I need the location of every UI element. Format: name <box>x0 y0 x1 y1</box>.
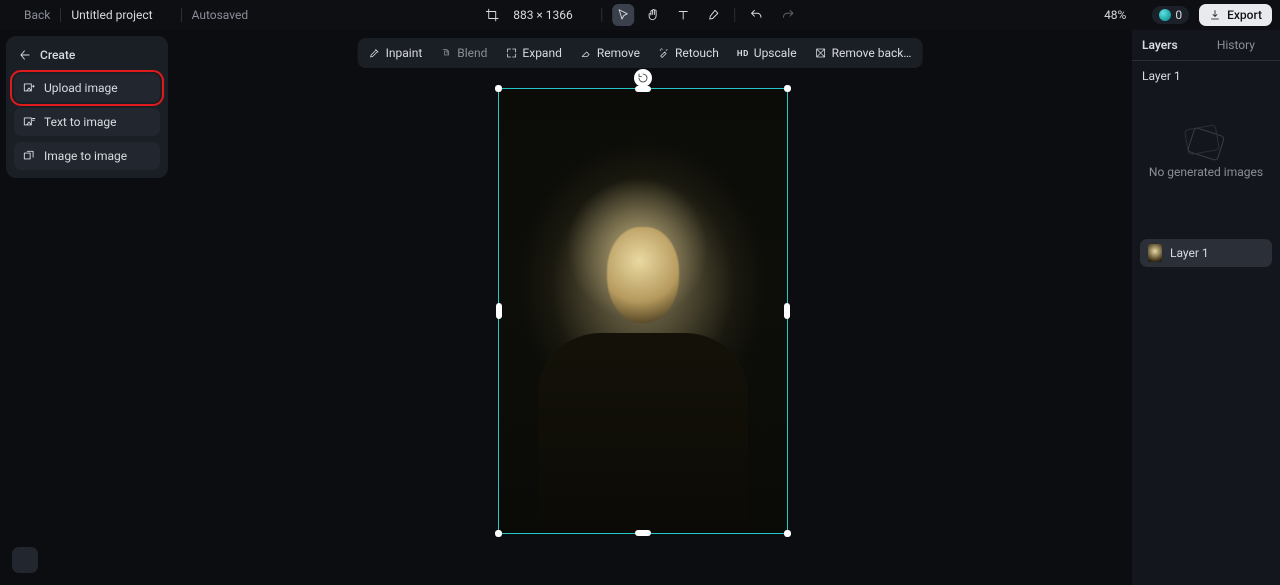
canvas[interactable] <box>160 62 1130 585</box>
image-to-image-icon <box>22 149 36 163</box>
create-panel-label: Create <box>40 48 75 62</box>
undo-icon <box>749 8 763 22</box>
layers-panel: Layers History Layer 1 No generated imag… <box>1131 30 1280 585</box>
text-to-image-icon <box>22 115 36 129</box>
empty-generated-state: No generated images <box>1132 91 1280 199</box>
retouch-icon <box>658 47 670 59</box>
blend-label: Blend <box>457 46 487 60</box>
help-icon <box>18 553 32 567</box>
chevron-down-icon <box>159 9 171 21</box>
back-button[interactable]: Back <box>8 8 50 22</box>
remove-bg-icon <box>815 47 827 59</box>
blend-icon <box>440 47 452 59</box>
top-center-group: 883 × 1366 <box>481 4 799 26</box>
expand-icon <box>505 47 517 59</box>
redo-button[interactable] <box>777 4 799 26</box>
create-panel-title: Create <box>14 44 160 68</box>
upload-image-button[interactable]: Upload image <box>14 74 160 102</box>
layer-row[interactable]: Layer 1 <box>1140 239 1272 267</box>
retouch-label: Retouch <box>675 46 719 60</box>
resize-handle-r[interactable] <box>784 303 790 319</box>
selected-layer-name: Layer 1 <box>1132 61 1280 91</box>
hd-icon: HD <box>737 49 749 58</box>
empty-state-icon <box>1187 127 1225 162</box>
eraser-icon <box>580 47 592 59</box>
rotate-handle[interactable] <box>634 69 652 87</box>
back-label: Back <box>24 8 50 22</box>
chevron-left-icon <box>8 9 20 21</box>
history-label: History <box>1217 38 1255 52</box>
credits-value: 0 <box>1175 8 1182 22</box>
zoom-dropdown[interactable]: 48% <box>1104 8 1142 22</box>
chevron-down-icon <box>1130 9 1142 21</box>
top-bar: Back Untitled project Autosaved 883 × 13… <box>0 0 1280 30</box>
layers-title: Layers <box>1142 38 1178 52</box>
resize-handle-b[interactable] <box>635 530 651 536</box>
upscale-label: Upscale <box>754 46 797 60</box>
divider <box>60 8 61 22</box>
text-to-image-label: Text to image <box>44 115 117 129</box>
selected-image-bounds[interactable] <box>498 88 788 534</box>
dimensions-label: 883 × 1366 <box>513 8 573 22</box>
text-tool-button[interactable] <box>672 4 694 26</box>
help-button[interactable] <box>12 547 38 573</box>
arrow-left-icon <box>18 48 32 62</box>
inpaint-label: Inpaint <box>386 46 423 60</box>
resize-handle-tl[interactable] <box>495 85 502 92</box>
hand-tool-button[interactable] <box>642 4 664 26</box>
resize-handle-tr[interactable] <box>784 85 791 92</box>
tool-group <box>612 4 724 26</box>
inpaint-icon <box>369 47 381 59</box>
resize-handle-l[interactable] <box>496 303 502 319</box>
layer-row-label: Layer 1 <box>1170 246 1209 260</box>
cursor-icon <box>616 8 630 22</box>
upload-image-icon <box>22 81 36 95</box>
resize-handle-t[interactable] <box>635 86 651 92</box>
text-to-image-button[interactable]: Text to image <box>14 108 160 136</box>
top-left-group: Back Untitled project Autosaved <box>8 8 248 22</box>
brush-tool-button[interactable] <box>702 4 724 26</box>
crop-icon <box>485 8 499 22</box>
rotate-icon <box>637 72 649 84</box>
export-label: Export <box>1227 8 1262 22</box>
layer-thumbnail <box>1148 244 1162 262</box>
zoom-label: 48% <box>1104 8 1126 22</box>
create-panel: Create Upload image Text to image Image … <box>6 36 168 178</box>
remove-background-label: Remove back… <box>832 46 912 60</box>
divider <box>734 8 735 22</box>
crop-button[interactable] <box>481 4 503 26</box>
top-right-group: 48% 0 Export <box>1104 4 1272 26</box>
text-icon <box>676 8 690 22</box>
chevron-down-icon <box>579 9 591 21</box>
project-name-label: Untitled project <box>71 8 152 22</box>
select-tool-button[interactable] <box>612 4 634 26</box>
remove-label: Remove <box>597 46 640 60</box>
hand-icon <box>646 8 660 22</box>
undo-button[interactable] <box>745 4 767 26</box>
expand-label: Expand <box>522 46 561 60</box>
dimensions-dropdown[interactable]: 883 × 1366 <box>513 8 591 22</box>
resize-handle-bl[interactable] <box>495 530 502 537</box>
autosave-status: Autosaved <box>192 8 249 22</box>
divider <box>601 8 602 22</box>
download-icon <box>1209 9 1221 21</box>
brush-icon <box>706 8 720 22</box>
redo-icon <box>781 8 795 22</box>
image-to-image-button[interactable]: Image to image <box>14 142 160 170</box>
empty-state-label: No generated images <box>1149 165 1263 179</box>
chevron-up-icon <box>1258 39 1270 51</box>
layers-panel-header: Layers History <box>1132 30 1280 61</box>
portrait-face <box>607 227 679 323</box>
divider <box>181 8 182 22</box>
credit-icon <box>1159 9 1171 21</box>
history-toggle[interactable]: History <box>1217 38 1270 52</box>
export-button[interactable]: Export <box>1199 4 1272 26</box>
credits-pill[interactable]: 0 <box>1152 6 1189 24</box>
portrait-body <box>538 333 748 533</box>
project-name-dropdown[interactable]: Untitled project <box>71 8 170 22</box>
resize-handle-br[interactable] <box>784 530 791 537</box>
canvas-image[interactable] <box>499 89 787 533</box>
image-to-image-label: Image to image <box>44 149 127 163</box>
upload-image-label: Upload image <box>44 81 118 95</box>
